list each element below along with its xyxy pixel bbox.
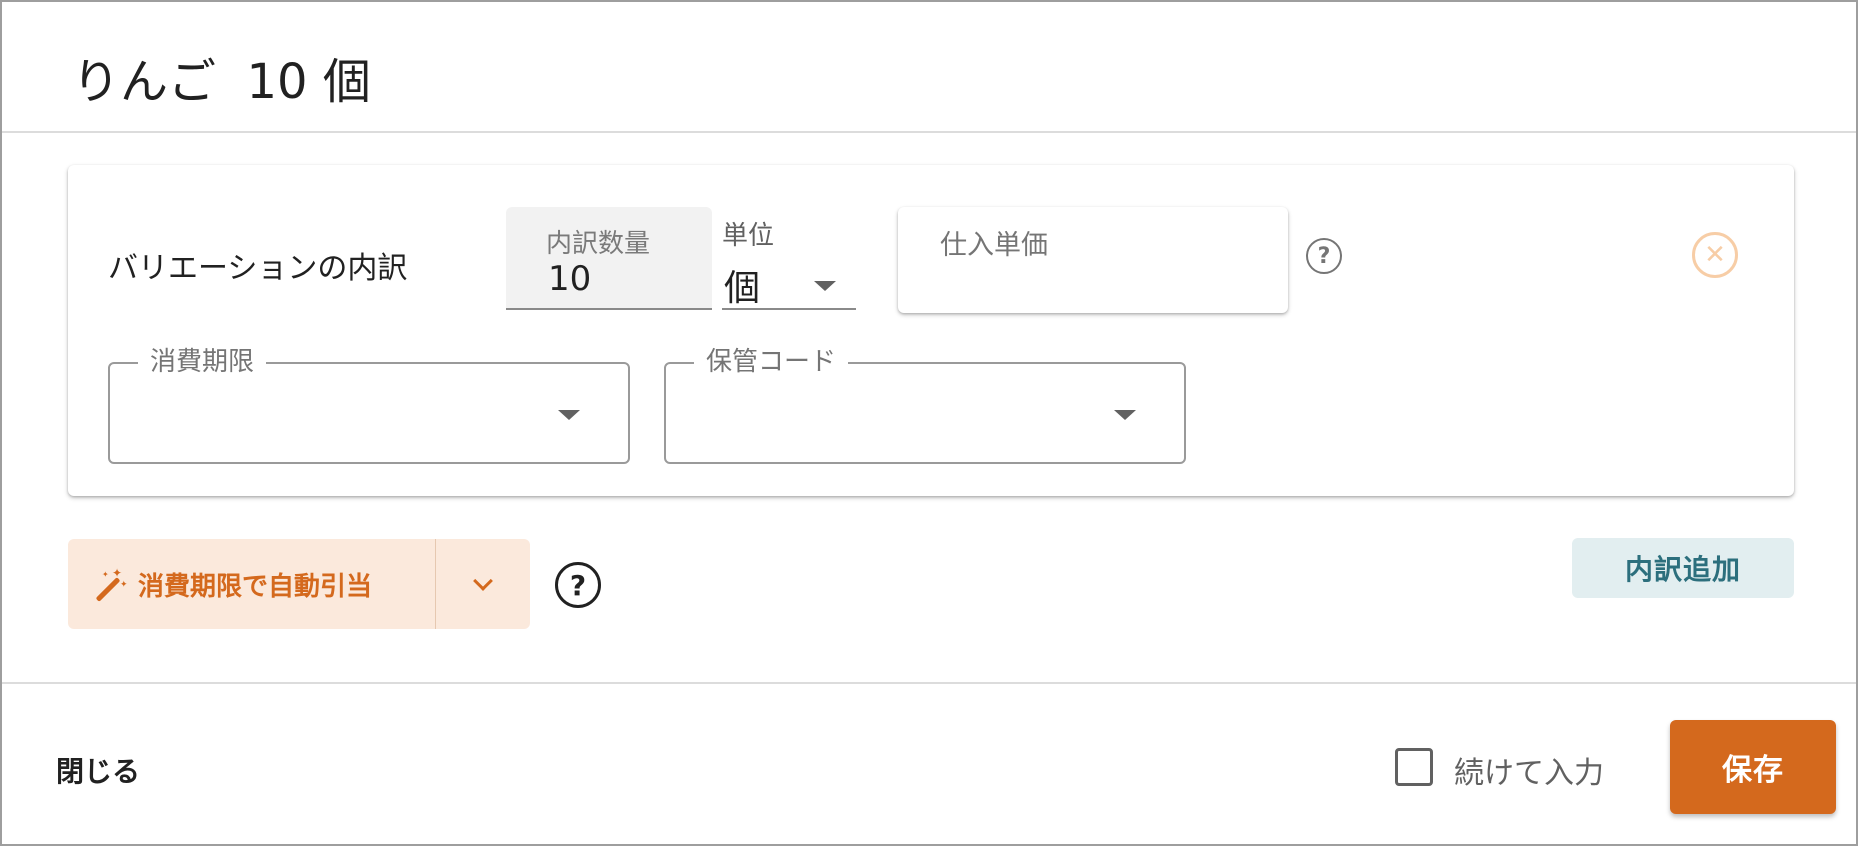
storage-code-label: 保管コード	[694, 347, 849, 377]
auto-assign-split-button: ✦ ✦ ✦ 消費期限で自動引当	[68, 539, 530, 629]
auto-assign-menu-toggle[interactable]	[436, 539, 530, 629]
breakdown-quantity-field[interactable]: 内訳数量 10	[506, 207, 712, 310]
footer-divider	[2, 682, 1856, 684]
unit-select[interactable]: 単位 個	[722, 207, 856, 310]
auto-assign-label: 消費期限で自動引当	[138, 571, 373, 602]
unit-price-help-icon[interactable]: ?	[1306, 238, 1342, 274]
auto-fix-wand-icon: ✦ ✦ ✦	[90, 567, 128, 602]
chevron-down-icon	[473, 571, 493, 591]
dialog-title: りんご 10 個	[72, 54, 371, 110]
unit-price-input[interactable]: 仕入単価	[898, 207, 1288, 313]
expiry-select[interactable]: 消費期限	[108, 347, 630, 464]
auto-assign-help-icon[interactable]: ?	[555, 562, 601, 608]
save-button[interactable]: 保存	[1670, 720, 1836, 814]
expiry-label: 消費期限	[138, 347, 267, 377]
variation-dialog: りんご 10 個 バリエーションの内訳 内訳数量 10 単位 個 仕入単価 ? …	[0, 0, 1858, 846]
quantity-value: 10	[548, 259, 592, 299]
quantity-label: 内訳数量	[546, 229, 651, 259]
close-button[interactable]: 閉じる	[56, 750, 140, 790]
storage-code-select[interactable]: 保管コード	[664, 347, 1186, 464]
breakdown-card: バリエーションの内訳 内訳数量 10 単位 個 仕入単価 ? ✕ 消費期限 保管…	[68, 165, 1794, 496]
remove-breakdown-icon[interactable]: ✕	[1692, 232, 1738, 278]
unit-label: 単位	[722, 221, 775, 251]
auto-assign-button[interactable]: ✦ ✦ ✦ 消費期限で自動引当	[68, 539, 436, 629]
expiry-dropdown-arrow-icon[interactable]	[558, 410, 580, 420]
add-breakdown-button[interactable]: 内訳追加	[1572, 538, 1794, 598]
unit-price-placeholder: 仕入単価	[940, 230, 1048, 261]
unit-value: 個	[724, 268, 761, 309]
continue-input-checkbox[interactable]	[1395, 748, 1433, 786]
header-divider	[2, 131, 1856, 133]
continue-input-label[interactable]: 続けて入力	[1454, 748, 1604, 792]
storage-code-dropdown-arrow-icon[interactable]	[1114, 410, 1136, 420]
unit-dropdown-arrow-icon[interactable]	[814, 281, 836, 291]
breakdown-row-label: バリエーションの内訳	[108, 251, 408, 286]
